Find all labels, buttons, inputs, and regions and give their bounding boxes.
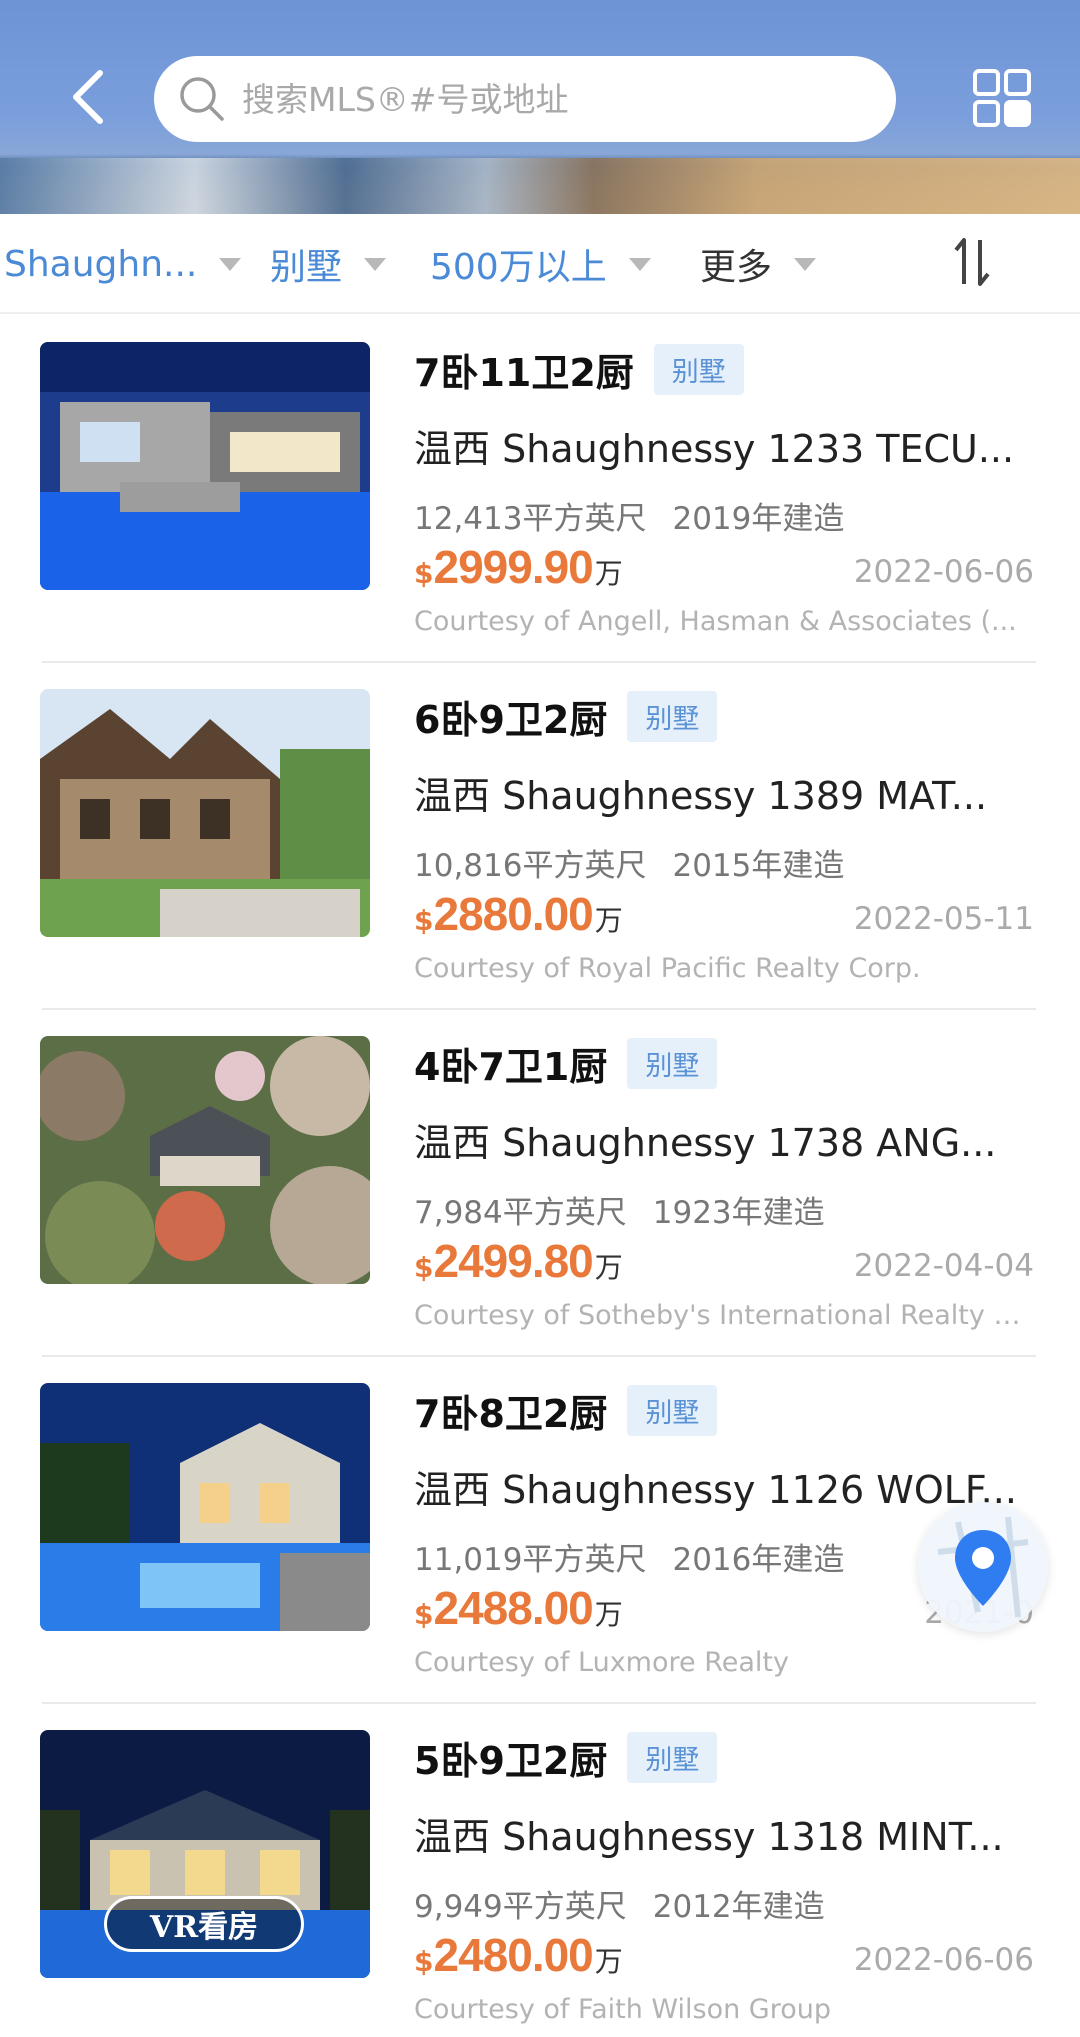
listing-title: 温西 Shaughnessy 1738 ANG... xyxy=(414,1121,997,1165)
price: $2480.00万 xyxy=(414,1928,623,1982)
rooms-text: 5卧9卫2厨 xyxy=(414,1738,608,1783)
listing-list: 7卧11卫2厨 别墅 温西 Shaughnessy 1233 TECU... 1… xyxy=(0,316,1080,2037)
courtesy-text: Courtesy of Luxmore Realty xyxy=(414,1647,789,1678)
listing-date: 2022-04-04 xyxy=(853,1248,1034,1284)
back-button[interactable] xyxy=(58,62,118,132)
listing-photo[interactable] xyxy=(40,1036,370,1284)
listing-date: 2022-06-06 xyxy=(853,554,1034,590)
listing-meta: 7,984平方英尺 1923年建造 xyxy=(414,1187,1034,1232)
map-pin-icon xyxy=(937,1516,1029,1618)
house-photo-image xyxy=(40,1383,370,1631)
filter-type-label: 别墅 xyxy=(270,247,343,288)
area-text: 9,949平方英尺 xyxy=(414,1889,627,1925)
search-bar[interactable] xyxy=(154,56,896,142)
price: $2880.00万 xyxy=(414,887,623,941)
filter-price-label: 500万以上 xyxy=(430,247,607,288)
price: $2488.00万 xyxy=(414,1581,623,1635)
map-view-button[interactable] xyxy=(918,1502,1048,1632)
built-year-text: 2019年建造 xyxy=(672,501,845,537)
listing-meta: 12,413平方英尺 2019年建造 xyxy=(414,493,1034,538)
listing-item[interactable]: 7卧11卫2厨 别墅 温西 Shaughnessy 1233 TECU... 1… xyxy=(0,316,1080,663)
courtesy-text: Courtesy of Sotheby's International Real… xyxy=(414,1300,1034,1331)
price-unit: 万 xyxy=(594,1251,623,1284)
rooms-text: 7卧11卫2厨 xyxy=(414,350,634,395)
listing-meta: 9,949平方英尺 2012年建造 xyxy=(414,1881,1034,1926)
filter-more[interactable]: 更多 xyxy=(700,242,817,288)
price-value: 2999.90 xyxy=(433,541,593,593)
area-text: 12,413平方英尺 xyxy=(414,501,647,537)
price-unit: 万 xyxy=(594,904,623,937)
listing-item[interactable]: 6卧9卫2厨 别墅 温西 Shaughnessy 1389 MAT... 10,… xyxy=(0,663,1080,1010)
type-tag: 别墅 xyxy=(653,343,744,395)
listing-title: 温西 Shaughnessy 1233 TECU... xyxy=(414,427,1015,471)
house-photo-image xyxy=(40,689,370,937)
caret-down-icon xyxy=(628,257,651,271)
filter-type[interactable]: 别墅 xyxy=(270,242,387,288)
listing-photo[interactable]: VR看房 xyxy=(40,1730,370,1978)
currency-symbol: $ xyxy=(414,1251,434,1284)
filter-more-label: 更多 xyxy=(700,247,773,288)
filter-area-label: Shaughn... xyxy=(4,243,198,285)
sort-arrows-icon xyxy=(954,238,990,286)
listing-date: 2022-06-06 xyxy=(853,1942,1034,1978)
built-year-text: 2012年建造 xyxy=(652,1889,825,1925)
built-year-text: 2016年建造 xyxy=(672,1542,845,1578)
house-photo-image xyxy=(40,1036,370,1284)
area-text: 7,984平方英尺 xyxy=(414,1195,627,1231)
banner-beach-image xyxy=(0,158,1080,214)
search-input[interactable] xyxy=(242,79,862,119)
price: $2499.80万 xyxy=(414,1234,623,1288)
filter-price[interactable]: 500万以上 xyxy=(430,242,651,288)
grid-view-icon xyxy=(973,69,1031,127)
price-value: 2488.00 xyxy=(433,1582,593,1634)
house-photo-image xyxy=(40,342,370,590)
courtesy-text: Courtesy of Faith Wilson Group xyxy=(414,1994,831,2025)
listing-photo[interactable] xyxy=(40,1383,370,1631)
price-value: 2499.80 xyxy=(433,1235,593,1287)
type-tag: 别墅 xyxy=(627,690,718,742)
filter-bar: Shaughn... 别墅 500万以上 更多 xyxy=(0,214,1080,314)
type-tag: 别墅 xyxy=(627,1037,718,1089)
type-tag: 别墅 xyxy=(627,1384,718,1436)
vr-tour-button[interactable]: VR看房 xyxy=(104,1896,304,1952)
grid-view-button[interactable] xyxy=(972,68,1032,128)
caret-down-icon xyxy=(219,257,242,271)
listing-meta: 10,816平方英尺 2015年建造 xyxy=(414,840,1034,885)
built-year-text: 2015年建造 xyxy=(672,848,845,884)
price-unit: 万 xyxy=(594,557,623,590)
price-value: 2480.00 xyxy=(433,1929,593,1981)
courtesy-text: Courtesy of Royal Pacific Realty Corp. xyxy=(414,953,921,984)
currency-symbol: $ xyxy=(414,1598,434,1631)
built-year-text: 1923年建造 xyxy=(652,1195,825,1231)
listing-photo[interactable] xyxy=(40,342,370,590)
listing-title: 温西 Shaughnessy 1318 MINT... xyxy=(414,1815,1004,1859)
price-value: 2880.00 xyxy=(433,888,593,940)
area-text: 10,816平方英尺 xyxy=(414,848,647,884)
rooms-text: 4卧7卫1厨 xyxy=(414,1044,608,1089)
courtesy-text: Courtesy of Angell, Hasman & Associates … xyxy=(414,606,1017,637)
price-unit: 万 xyxy=(594,1945,623,1978)
rooms-text: 7卧8卫2厨 xyxy=(414,1391,608,1436)
currency-symbol: $ xyxy=(414,557,434,590)
listing-item[interactable]: 4卧7卫1厨 别墅 温西 Shaughnessy 1738 ANG... 7,9… xyxy=(0,1010,1080,1357)
caret-down-icon xyxy=(364,257,387,271)
listing-title: 温西 Shaughnessy 1389 MAT... xyxy=(414,774,988,818)
sort-button[interactable] xyxy=(952,236,992,288)
area-text: 11,019平方英尺 xyxy=(414,1542,647,1578)
chevron-left-icon xyxy=(73,70,103,124)
caret-down-icon xyxy=(794,257,817,271)
header-banner xyxy=(0,0,1080,214)
currency-symbol: $ xyxy=(414,1945,434,1978)
rooms-text: 6卧9卫2厨 xyxy=(414,697,608,742)
listing-photo[interactable] xyxy=(40,689,370,937)
filter-area[interactable]: Shaughn... xyxy=(4,242,242,286)
search-icon xyxy=(180,77,224,121)
currency-symbol: $ xyxy=(414,904,434,937)
listing-date: 2022-05-11 xyxy=(853,901,1034,937)
price: $2999.90万 xyxy=(414,540,623,594)
listing-item[interactable]: VR看房 5卧9卫2厨 别墅 温西 Shaughnessy 1318 MINT.… xyxy=(0,1704,1080,2037)
price-unit: 万 xyxy=(594,1598,623,1631)
type-tag: 别墅 xyxy=(627,1731,718,1783)
